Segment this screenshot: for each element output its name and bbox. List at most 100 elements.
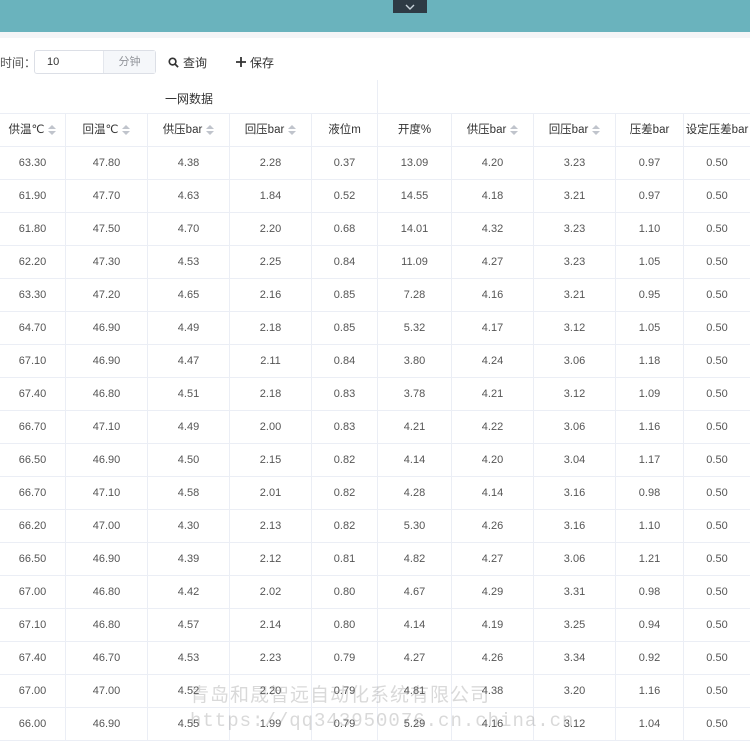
- table-cell: 0.80: [312, 576, 378, 609]
- column-header[interactable]: 回压bar: [230, 114, 312, 147]
- column-header: 开度%: [378, 114, 452, 147]
- sort-caret-icon[interactable]: [592, 124, 601, 135]
- table-cell: 3.06: [534, 411, 616, 444]
- table-cell: 3.12: [534, 312, 616, 345]
- table-cell: 2.00: [230, 411, 312, 444]
- table-cell: 2.23: [230, 642, 312, 675]
- plus-icon: [236, 57, 246, 67]
- table-cell: 1.04: [616, 708, 684, 741]
- table-cell: 4.53: [148, 246, 230, 279]
- column-header[interactable]: 供温℃: [0, 114, 66, 147]
- table-cell: 4.49: [148, 411, 230, 444]
- table-cell: 4.26: [452, 642, 534, 675]
- interval-input-group[interactable]: 10 分钟: [34, 50, 156, 74]
- table-cell: 13.09: [378, 147, 452, 180]
- column-header-label: 回压bar: [548, 124, 589, 136]
- column-header: 液位m: [312, 114, 378, 147]
- table-cell: 1.10: [616, 213, 684, 246]
- sort-caret-icon[interactable]: [122, 124, 131, 135]
- sort-caret-icon[interactable]: [510, 124, 519, 135]
- table-cell: 66.00: [0, 708, 66, 741]
- table-cell: 4.47: [148, 345, 230, 378]
- table-row: 67.10 46.80 4.57 2.14 0.80 4.14 4.19 3.25 0.94 0.…: [0, 609, 750, 642]
- table-cell: 0.50: [706, 520, 728, 532]
- table-header-row: 供温℃ 回温℃ 供压bar 回压bar 液位m 开度% 供压bar 回压bar 压差bar 设定压…: [0, 114, 750, 147]
- table-row: 62.20 47.30 4.53 2.25 0.84 11.09 4.27 3.23 1.05 0…: [0, 246, 750, 279]
- table-cell: 0.80: [312, 609, 378, 642]
- table-cell: 0.94: [616, 609, 684, 642]
- group-title: 一网数据: [164, 92, 213, 106]
- column-header[interactable]: 回压bar: [534, 114, 616, 147]
- table-cell: 4.24: [452, 345, 534, 378]
- table-cell: 2.11: [230, 345, 312, 378]
- table-cell: 0.50: [706, 355, 728, 367]
- table-cell: 0.50: [706, 553, 728, 565]
- table-cell: 2.01: [230, 477, 312, 510]
- table-cell: 64.70: [0, 312, 66, 345]
- table-cell: 3.23: [534, 213, 616, 246]
- column-header-label: 压差bar: [629, 124, 670, 136]
- table-cell: 0.50: [706, 454, 728, 466]
- sort-caret-icon[interactable]: [48, 124, 57, 135]
- table-cell: 2.18: [230, 378, 312, 411]
- sort-caret-icon[interactable]: [288, 124, 297, 135]
- table-cell: 0.98: [616, 576, 684, 609]
- table-cell: 0.50: [706, 223, 728, 235]
- table-cell: 4.65: [148, 279, 230, 312]
- table-cell: 1.16: [616, 675, 684, 708]
- table-cell: 3.21: [534, 279, 616, 312]
- table-cell: 63.30: [0, 147, 66, 180]
- table-cell: 4.17: [452, 312, 534, 345]
- table-cell: 2.02: [230, 576, 312, 609]
- table-cell: 4.18: [452, 180, 534, 213]
- table-cell: 4.49: [148, 312, 230, 345]
- query-button[interactable]: 查询: [168, 52, 207, 72]
- table-cell: 4.21: [378, 411, 452, 444]
- table-cell: 4.14: [452, 477, 534, 510]
- table-cell: 47.10: [66, 411, 148, 444]
- table-cell: 0.50: [706, 685, 728, 697]
- table-cell: 61.90: [0, 180, 66, 213]
- table-cell: 4.38: [148, 147, 230, 180]
- data-table: 供温℃ 回温℃ 供压bar 回压bar 液位m 开度% 供压bar 回压bar 压差bar 设定压…: [0, 114, 750, 741]
- table-cell: 46.90: [66, 543, 148, 576]
- interval-input[interactable]: 10: [35, 51, 103, 73]
- time-label: 时间：: [0, 56, 37, 70]
- table-cell: 4.63: [148, 180, 230, 213]
- table-cell: 0.82: [312, 510, 378, 543]
- collapse-toggle-icon[interactable]: [393, 0, 427, 13]
- table-cell: 14.55: [378, 180, 452, 213]
- table-cell: 47.80: [66, 147, 148, 180]
- table-cell: 63.30: [0, 279, 66, 312]
- table-cell: 4.29: [452, 576, 534, 609]
- table-row: 67.40 46.80 4.51 2.18 0.83 3.78 4.21 3.12 1.09 0.…: [0, 378, 750, 411]
- table-cell: 3.06: [534, 543, 616, 576]
- table-cell: 4.51: [148, 378, 230, 411]
- sort-caret-icon[interactable]: [206, 124, 215, 135]
- table-cell: 3.16: [534, 477, 616, 510]
- table-row: 64.70 46.90 4.49 2.18 0.85 5.32 4.17 3.12 1.05 0.…: [0, 312, 750, 345]
- table-cell: 67.40: [0, 378, 66, 411]
- column-header[interactable]: 供压bar: [452, 114, 534, 147]
- table-cell: 46.80: [66, 378, 148, 411]
- table-cell: 4.20: [452, 444, 534, 477]
- table-cell: 1.17: [616, 444, 684, 477]
- column-header-label: 回压bar: [244, 124, 285, 136]
- save-button[interactable]: 保存: [236, 52, 274, 72]
- group-header-row: 一网数据: [0, 80, 750, 114]
- table-cell: 4.22: [452, 411, 534, 444]
- table-cell: 4.14: [378, 609, 452, 642]
- table-cell: 67.00: [0, 576, 66, 609]
- table-cell: 2.13: [230, 510, 312, 543]
- table-cell: 5.30: [378, 510, 452, 543]
- column-header[interactable]: 供压bar: [148, 114, 230, 147]
- table-cell: 4.57: [148, 609, 230, 642]
- column-header[interactable]: 回温℃: [66, 114, 148, 147]
- table-cell: 4.16: [452, 279, 534, 312]
- table-cell: 4.67: [378, 576, 452, 609]
- table-cell: 3.78: [378, 378, 452, 411]
- table-cell: 46.90: [66, 708, 148, 741]
- table-cell: 3.80: [378, 345, 452, 378]
- table-cell: 0.50: [706, 289, 728, 301]
- table-cell: 46.80: [66, 576, 148, 609]
